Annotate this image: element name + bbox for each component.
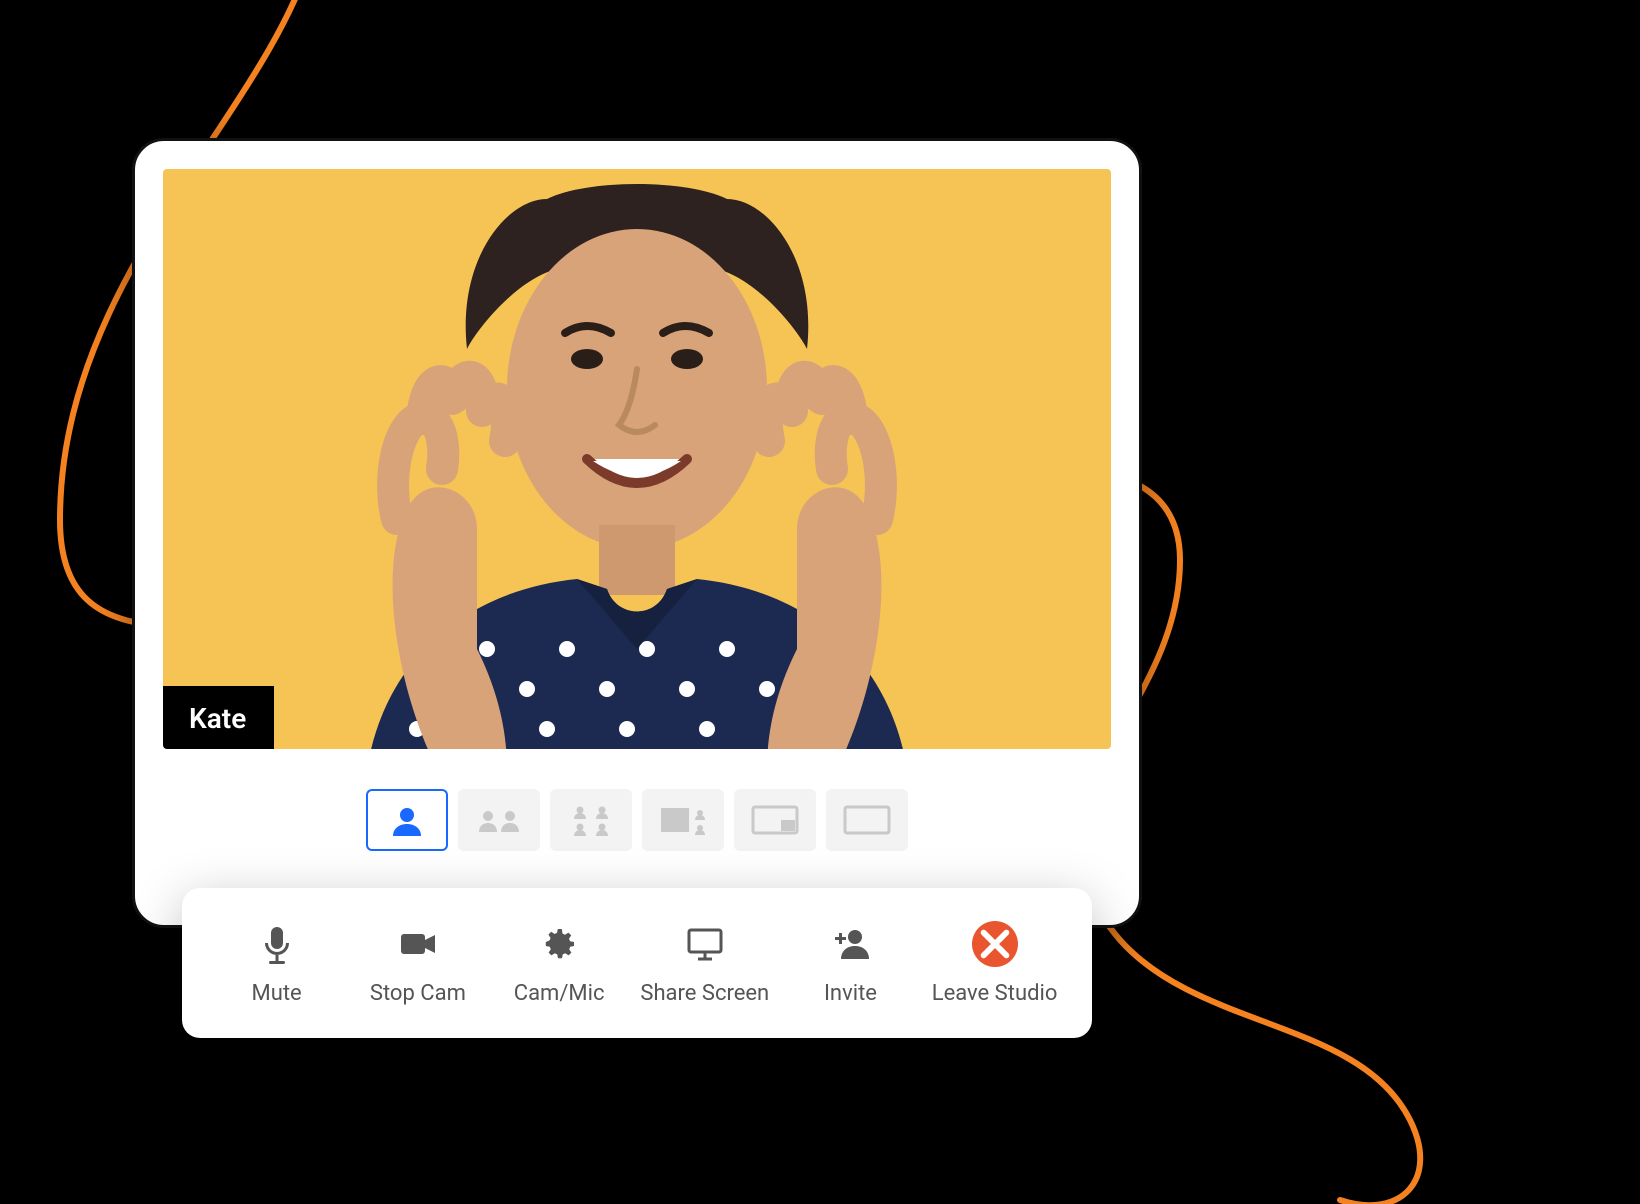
invite-label: Invite (824, 981, 877, 1006)
gear-icon (536, 921, 582, 967)
layout-option-blank[interactable] (826, 789, 908, 851)
layout-option-solo[interactable] (366, 789, 448, 851)
participant-name-tag: Kate (163, 686, 274, 749)
studio-window: Kate (132, 138, 1142, 928)
leave-label: Leave Studio (932, 981, 1058, 1006)
layout-option-four-up[interactable] (550, 789, 632, 851)
layout-picker (366, 789, 908, 851)
mic-icon (254, 921, 300, 967)
participant-name: Kate (189, 702, 246, 735)
camera-icon (395, 921, 441, 967)
cam-mic-button[interactable]: Cam/Mic (499, 921, 619, 1006)
share-screen-button[interactable]: Share Screen (640, 921, 769, 1006)
leave-studio-button[interactable]: Leave Studio (932, 921, 1058, 1006)
layout-option-two-up[interactable] (458, 789, 540, 851)
close-icon (972, 921, 1018, 967)
control-toolbar: Mute Stop Cam Cam/Mic Share Screen Invit… (182, 888, 1092, 1038)
mute-label: Mute (252, 981, 302, 1006)
share-screen-label: Share Screen (640, 981, 769, 1006)
screen-icon (682, 921, 728, 967)
video-feed: Kate (163, 169, 1111, 749)
stop-cam-label: Stop Cam (370, 981, 466, 1006)
mute-button[interactable]: Mute (217, 921, 337, 1006)
invite-button[interactable]: Invite (790, 921, 910, 1006)
layout-option-pip[interactable] (734, 789, 816, 851)
layout-option-three-side[interactable] (642, 789, 724, 851)
stop-cam-button[interactable]: Stop Cam (358, 921, 478, 1006)
participant-video (247, 169, 1027, 749)
cam-mic-label: Cam/Mic (514, 981, 605, 1006)
add-user-icon (827, 921, 873, 967)
